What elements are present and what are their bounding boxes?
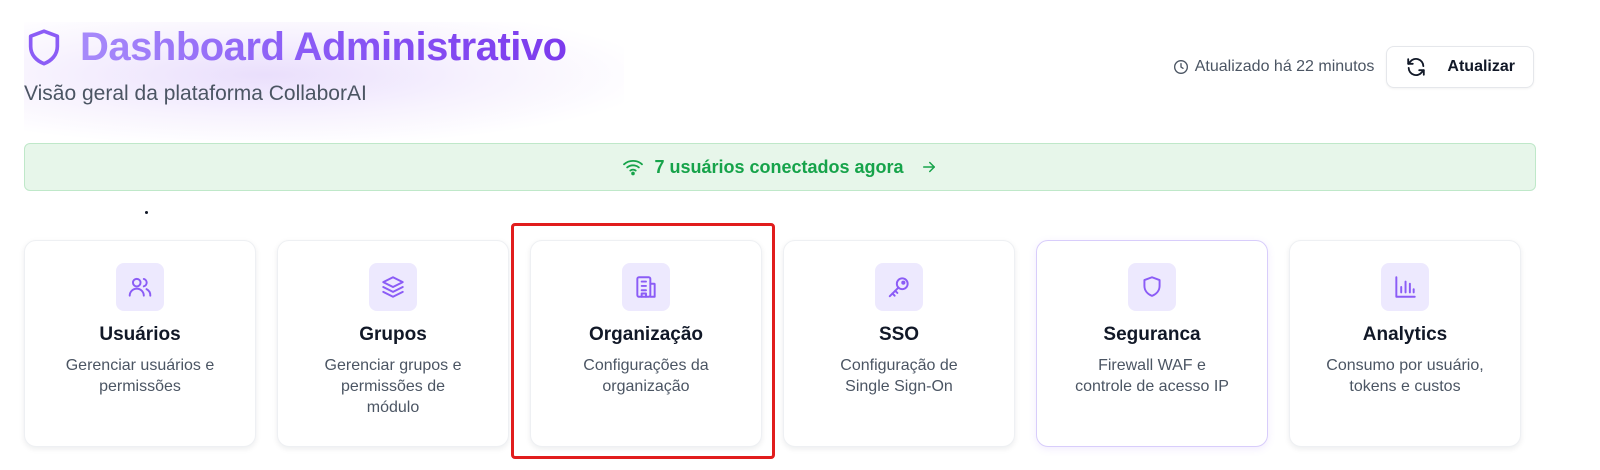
shield-icon	[1143, 276, 1161, 297]
card-desc-line: Consumo por usuário,	[1326, 357, 1484, 374]
card-desc-line: módulo	[366, 399, 420, 416]
clock-icon	[1173, 60, 1188, 74]
card-description: Gerenciar grupos e permissões de módulo	[309, 355, 478, 418]
card-desc-line: Configuração de	[840, 357, 958, 374]
card-analytics[interactable]: Analytics Consumo por usuário, tokens e …	[1289, 240, 1521, 447]
card-desc-line: Firewall WAF e	[1098, 357, 1206, 374]
card-description: Firewall WAF e controle de acesso IP	[1059, 355, 1245, 397]
card-grupos[interactable]: Grupos Gerenciar grupos e permissões de …	[277, 240, 509, 447]
online-users-text: 7 usuários conectados agora	[654, 156, 904, 177]
card-icon-box	[369, 263, 417, 311]
shield-icon	[28, 29, 60, 66]
card-icon-box	[116, 263, 164, 311]
card-desc-line: Gerenciar grupos e	[324, 357, 462, 374]
card-organizacao[interactable]: Organização Configurações da organização	[530, 240, 762, 447]
arrow-right-icon	[922, 161, 935, 173]
card-description: Gerenciar usuários e permissões	[50, 355, 231, 397]
card-sso[interactable]: SSO Configuração de Single Sign-On	[783, 240, 1015, 447]
header-actions: Atualizado há 22 minutos Atualizar	[1173, 46, 1534, 88]
card-title: Grupos	[359, 324, 427, 345]
card-desc-line: organização	[602, 378, 690, 395]
card-desc-line: Single Sign-On	[845, 378, 953, 395]
card-desc-line: Gerenciar usuários e	[65, 357, 215, 374]
page-subtitle: Visão geral da plataforma CollaborAI	[24, 82, 367, 105]
card-description: Configurações da organização	[567, 355, 724, 397]
card-title: Seguranca	[1103, 324, 1201, 345]
card-usuarios[interactable]: Usuários Gerenciar usuários e permissões	[24, 240, 256, 447]
page-header: Dashboard Administrativo Visão geral da …	[24, 22, 567, 106]
card-icon-box	[875, 263, 923, 311]
last-updated-text: Atualizado há 22 minutos	[1194, 58, 1375, 75]
title-row: Dashboard Administrativo	[24, 22, 567, 72]
layers-icon	[382, 276, 404, 298]
refresh-button[interactable]: Atualizar	[1386, 46, 1534, 88]
card-icon-box	[1128, 263, 1176, 311]
card-desc-line: Configurações da	[583, 357, 709, 374]
card-icon-box	[622, 263, 670, 311]
refresh-icon	[1407, 58, 1426, 76]
page-title: Dashboard Administrativo	[80, 22, 567, 72]
card-description: Consumo por usuário, tokens e custos	[1310, 355, 1499, 397]
key-icon	[888, 277, 909, 298]
card-desc-line: permissões de	[340, 378, 446, 395]
online-users-banner[interactable]: 7 usuários conectados agora	[24, 143, 1536, 191]
card-seguranca[interactable]: Seguranca Firewall WAF e controle de ace…	[1036, 240, 1268, 447]
card-title: Usuários	[99, 324, 181, 345]
wifi-icon	[623, 160, 644, 176]
card-desc-line: permissões	[99, 378, 181, 395]
last-updated: Atualizado há 22 minutos	[1173, 58, 1375, 76]
card-icon-box	[1381, 263, 1429, 311]
card-desc-line: controle de acesso IP	[1075, 378, 1229, 395]
bar-chart-icon	[1395, 276, 1416, 298]
refresh-button-label: Atualizar	[1447, 58, 1515, 75]
users-icon	[128, 277, 152, 297]
card-title: SSO	[878, 324, 920, 345]
card-title: Analytics	[1362, 324, 1448, 345]
card-desc-line: tokens e custos	[1349, 378, 1461, 395]
stray-dot	[145, 211, 148, 214]
card-title: Organização	[588, 324, 704, 345]
card-description: Configuração de Single Sign-On	[824, 355, 973, 397]
building-icon	[636, 276, 656, 298]
